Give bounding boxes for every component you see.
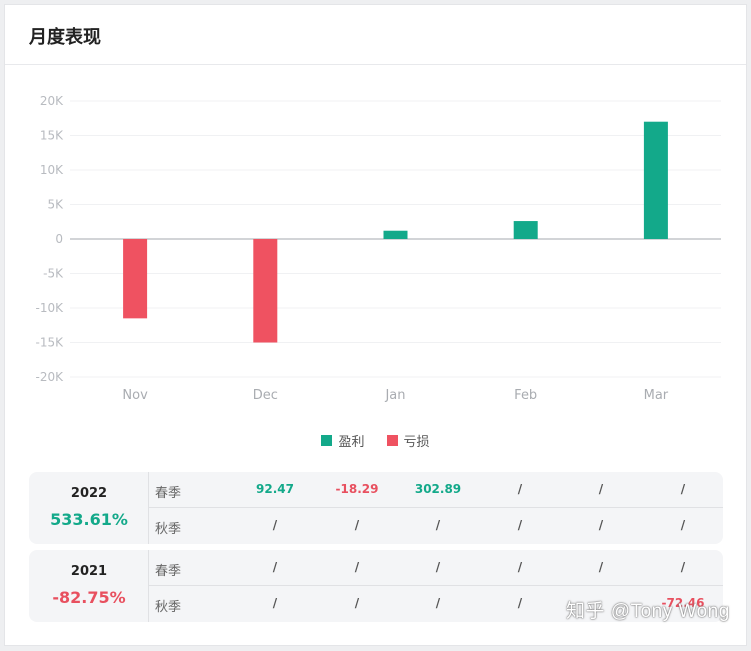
season-label: 春季 — [155, 486, 182, 501]
x-tick-label: Mar — [644, 388, 669, 403]
watermark: 知乎 @Tony Wong — [566, 601, 730, 622]
monthly-performance-card: 月度表现 20K 15K 10K 5K 0 -5K -10K -15K -20K Nov Dec Ja… — [4, 4, 747, 646]
season-row-spring: 春季 / / / / / / — [149, 550, 723, 586]
bar — [513, 221, 538, 239]
year-label: 2022 — [70, 486, 108, 501]
bar — [643, 121, 668, 239]
bar — [383, 230, 408, 239]
x-tick-label: Feb — [514, 388, 537, 403]
season-row-autumn: 秋季 / / / / / / — [149, 508, 723, 544]
season-cell: / — [680, 482, 686, 496]
legend-label-profit: 盈利 — [338, 435, 365, 450]
year-block-2022: 2022 533.61% 春季 92.47 -18.29 302.89 / / … — [29, 472, 723, 544]
season-cell: / — [517, 482, 523, 496]
season-label: 秋季 — [155, 522, 182, 537]
y-tick-label: -20K — [36, 370, 65, 384]
season-cell: / — [272, 560, 278, 574]
season-cell: / — [354, 560, 360, 574]
year-total-return: -82.75% — [52, 588, 126, 607]
page-title: 月度表现 — [29, 27, 101, 48]
y-tick-label: -15K — [36, 336, 65, 350]
season-cell: / — [435, 596, 441, 610]
x-tick-label: Nov — [122, 388, 148, 403]
y-tick-label: 10K — [40, 163, 64, 177]
x-tick-label: Dec — [253, 388, 278, 403]
season-cell: / — [598, 518, 604, 532]
monthly-bar-chart: 20K 15K 10K 5K 0 -5K -10K -15K -20K Nov Dec Jan Feb M… — [36, 94, 721, 403]
legend-label-loss: 亏损 — [403, 435, 430, 450]
season-cell: / — [598, 482, 604, 496]
season-row-spring: 春季 92.47 -18.29 302.89 / / / — [149, 472, 723, 508]
x-tick-label: Jan — [384, 388, 405, 403]
chart-legend: 盈利 亏损 — [5, 431, 746, 450]
y-tick-label: 20K — [40, 94, 64, 108]
y-tick-label: -10K — [36, 301, 65, 315]
season-cell: / — [598, 560, 604, 574]
year-total-return: 533.61% — [50, 510, 128, 529]
y-tick-label: 15K — [40, 129, 64, 143]
season-cell: / — [517, 560, 523, 574]
season-cell: -18.29 — [335, 482, 379, 496]
card-header: 月度表现 — [5, 5, 746, 65]
legend-swatch-profit — [321, 435, 333, 446]
season-cell: / — [354, 596, 360, 610]
y-tick-label: 0 — [55, 232, 63, 246]
season-cell: / — [680, 560, 686, 574]
season-label: 春季 — [155, 564, 182, 579]
season-cell: / — [517, 518, 523, 532]
season-cell: / — [272, 518, 278, 532]
season-cell: 302.89 — [414, 482, 462, 496]
legend-item-loss[interactable]: 亏损 — [386, 431, 430, 450]
y-tick-label: -5K — [43, 267, 64, 281]
season-label: 秋季 — [155, 600, 182, 615]
season-cell: / — [517, 596, 523, 610]
season-cell: / — [435, 560, 441, 574]
year-summary: 2021 -82.75% — [29, 550, 149, 622]
y-tick-label: 5K — [47, 198, 64, 212]
season-cell: / — [354, 518, 360, 532]
bar — [253, 239, 278, 343]
bar — [123, 239, 148, 319]
legend-swatch-loss — [386, 435, 398, 446]
season-cell: / — [680, 518, 686, 532]
legend-item-profit[interactable]: 盈利 — [321, 431, 365, 450]
season-cell: / — [272, 596, 278, 610]
season-cell: 92.47 — [256, 482, 294, 496]
season-cell: / — [435, 518, 441, 532]
year-summary: 2022 533.61% — [29, 472, 149, 544]
year-label: 2021 — [70, 564, 108, 579]
